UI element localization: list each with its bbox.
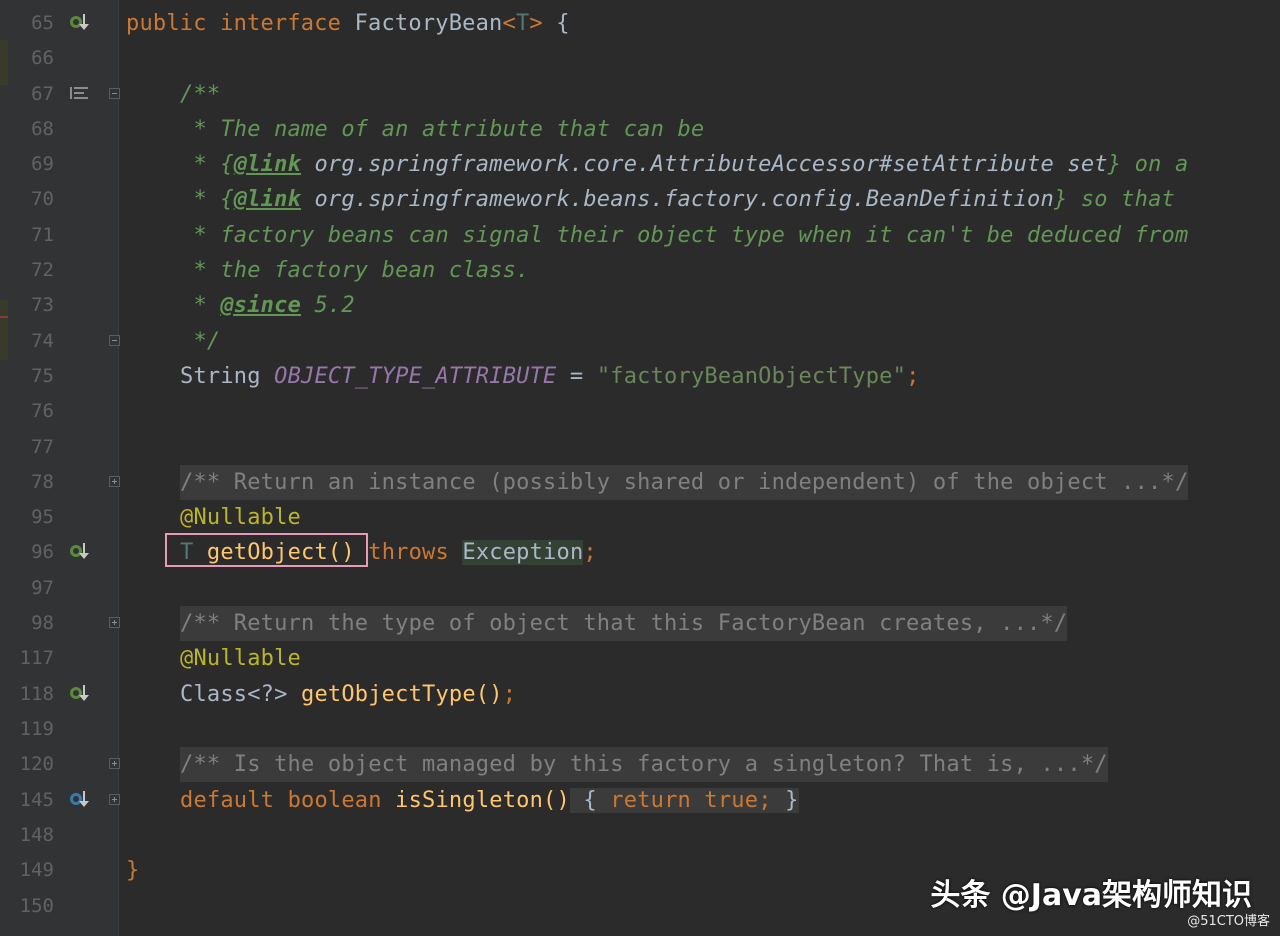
code-text: * {@link org.springframework.core.Attrib…: [180, 152, 1189, 177]
line-number: 71: [31, 224, 54, 246]
code-line: 95 @Nullable: [0, 500, 1280, 535]
code-line: 76: [0, 394, 1280, 429]
code-line: 73 * @since 5.2: [0, 288, 1280, 323]
code-line: 72 * the factory bean class.: [0, 253, 1280, 288]
code-line: 98 /** Return the type of object that th…: [0, 606, 1280, 641]
line-number: 118: [19, 683, 54, 705]
annotation: @Nullable: [180, 505, 302, 530]
watermark: 头条 @Java架构师知识: [930, 878, 1252, 913]
code-line: 148: [0, 818, 1280, 853]
code-line: 65 public interface FactoryBean<T> {: [0, 6, 1280, 41]
line-number: 75: [31, 365, 54, 387]
line-number: 77: [31, 436, 54, 458]
folded-javadoc[interactable]: /** Return the type of object that this …: [180, 606, 1068, 641]
exception-type[interactable]: Exception: [462, 540, 584, 565]
code-text: * {@link org.springframework.beans.facto…: [180, 187, 1175, 212]
implemented-method-icon[interactable]: [70, 543, 94, 563]
annotation: @Nullable: [180, 646, 302, 671]
code-text: * @since 5.2: [180, 293, 355, 318]
line-number: 98: [31, 612, 54, 634]
line-number: 76: [31, 400, 54, 422]
line-number: 69: [31, 153, 54, 175]
line-number: 74: [31, 330, 54, 352]
line-number: 148: [19, 824, 54, 846]
code-text: /**: [180, 82, 221, 107]
line-number: 149: [19, 859, 54, 881]
code-text: * factory beans can signal their object …: [180, 223, 1189, 248]
line-number: 119: [19, 718, 54, 740]
fold-expand-icon[interactable]: [109, 476, 120, 487]
code-text: Class<?> getObjectType();: [180, 682, 517, 707]
method-name[interactable]: isSingleton(): [395, 788, 570, 813]
method-name[interactable]: getObjectType(): [301, 682, 503, 707]
fold-expand-icon[interactable]: [109, 758, 120, 769]
code-line: 69 * {@link org.springframework.core.Att…: [0, 147, 1280, 182]
fold-collapse-icon[interactable]: [109, 88, 120, 99]
line-number: 117: [19, 647, 54, 669]
javadoc-link-tag[interactable]: @link: [234, 187, 301, 212]
code-line: 118 Class<?> getObjectType();: [0, 677, 1280, 712]
code-line: 75 String OBJECT_TYPE_ATTRIBUTE = "facto…: [0, 359, 1280, 394]
code-line: 67 /**: [0, 77, 1280, 112]
code-line: 120 /** Is the object managed by this fa…: [0, 747, 1280, 782]
code-text: }: [126, 858, 140, 883]
implemented-method-icon[interactable]: [70, 685, 94, 705]
code-text: */: [180, 329, 221, 354]
line-number: 72: [31, 259, 54, 281]
line-number: 145: [19, 789, 54, 811]
code-line: 117 @Nullable: [0, 641, 1280, 676]
code-text: public interface FactoryBean<T> {: [126, 11, 570, 36]
code-text: * the factory bean class.: [180, 258, 530, 283]
folded-method-body[interactable]: { return true; }: [569, 788, 799, 813]
line-number: 150: [19, 895, 54, 917]
code-line: 78 /** Return an instance (possibly shar…: [0, 465, 1280, 500]
folded-javadoc[interactable]: /** Return an instance (possibly shared …: [180, 465, 1189, 500]
fold-collapse-icon[interactable]: [109, 335, 120, 346]
javadoc-link-tag[interactable]: @link: [234, 152, 301, 177]
code-text: * The name of an attribute that can be: [180, 117, 705, 142]
code-line: 68 * The name of an attribute that can b…: [0, 112, 1280, 147]
code-line: 71 * factory beans can signal their obje…: [0, 218, 1280, 253]
javadoc-since-tag: @since: [220, 293, 302, 318]
code-line: 119: [0, 712, 1280, 747]
line-number: 65: [31, 12, 54, 34]
code-line: 74 */: [0, 324, 1280, 359]
code-line: 145 default boolean isSingleton() { retu…: [0, 783, 1280, 818]
watermark-source: @51CTO博客: [1187, 914, 1270, 929]
fold-expand-icon[interactable]: [109, 794, 120, 805]
line-number: 97: [31, 577, 54, 599]
code-text: default boolean isSingleton() { return t…: [180, 788, 799, 813]
line-number: 120: [19, 753, 54, 775]
overridden-method-icon[interactable]: [70, 791, 94, 811]
code-line: 66: [0, 41, 1280, 76]
highlight-box: [165, 533, 368, 567]
code-text: String OBJECT_TYPE_ATTRIBUTE = "factoryB…: [180, 364, 920, 389]
line-number: 96: [31, 541, 54, 563]
line-number: 68: [31, 118, 54, 140]
implemented-method-icon[interactable]: [70, 14, 94, 34]
code-line: 77: [0, 430, 1280, 465]
folded-javadoc[interactable]: /** Is the object managed by this factor…: [180, 747, 1108, 782]
fold-expand-icon[interactable]: [109, 617, 120, 628]
line-number: 95: [31, 506, 54, 528]
javadoc-toggle-icon[interactable]: [70, 85, 94, 105]
line-number: 73: [31, 294, 54, 316]
code-line: 70 * {@link org.springframework.beans.fa…: [0, 182, 1280, 217]
line-number: 78: [31, 471, 54, 493]
line-number: 66: [31, 47, 54, 69]
line-number: 67: [31, 83, 54, 105]
code-line: 97: [0, 571, 1280, 606]
line-number: 70: [31, 188, 54, 210]
